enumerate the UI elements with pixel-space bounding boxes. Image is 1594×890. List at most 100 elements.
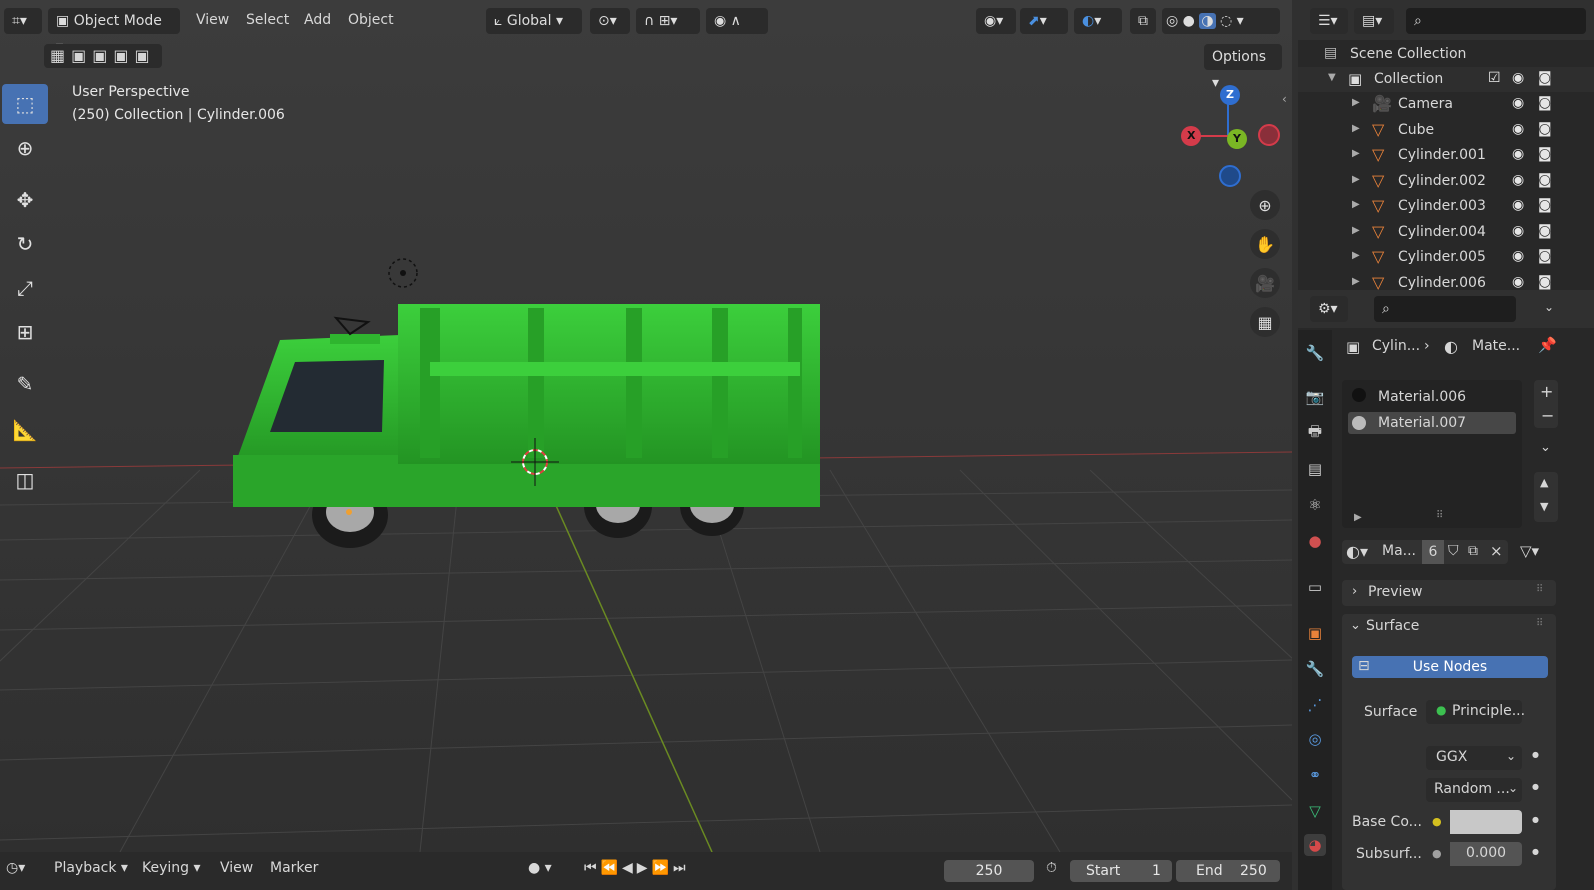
material-tab-icon[interactable]: ◕ [1304,834,1326,856]
menu-add[interactable]: Add [304,12,331,28]
expand-right-icon[interactable]: ▶ [1352,148,1360,159]
material-slot[interactable]: Material.006 [1348,386,1516,408]
rendered-shading-icon[interactable]: ◌ [1220,13,1232,29]
ortho-grid-icon[interactable]: ▦ [1250,307,1280,337]
menu-marker[interactable]: Marker [270,860,318,876]
scale-tool[interactable]: ⤢ [2,268,48,308]
outliner-item[interactable]: ▶ ▽ Cube ◉ ◙ [1298,118,1594,143]
timeline-menu-view[interactable]: View [220,860,253,876]
zoom-icon[interactable]: ⊕ [1250,190,1280,220]
material-shading-icon[interactable]: ◑ [1199,13,1216,29]
properties-search-input[interactable]: ⌕ [1374,296,1516,322]
close-icon[interactable]: × [1490,542,1503,560]
distribution-dropdown[interactable]: GGX ⌄ [1426,746,1522,770]
base-color-swatch[interactable] [1450,810,1522,834]
preview-panel-header[interactable]: › Preview ⠿ [1342,580,1556,606]
solid-shading-icon[interactable]: ● [1183,13,1195,29]
record-icon[interactable]: ● ▾ [528,860,552,876]
material-datablock[interactable]: ◐▾ Ma... 6 ⛉ ⧉ × [1342,540,1508,564]
keyframe-dot-icon[interactable]: ● [1532,815,1539,824]
use-nodes-button[interactable]: ⊟ Use Nodes [1352,656,1548,678]
current-frame-field[interactable]: 250 [944,860,1034,882]
camera-view-icon[interactable]: 🎥 [1250,268,1280,298]
material-browse-icon[interactable]: ◐▾ [1346,542,1368,561]
camera-render-icon[interactable]: ◙ [1538,223,1552,239]
gizmo-x-label[interactable]: X [1187,129,1195,142]
camera-render-icon[interactable]: ◙ [1538,121,1552,137]
pivot-point-icon[interactable]: ⊙▾ [590,8,630,34]
editor-type-icon[interactable]: ⌗▾ [4,8,42,34]
options-dropdown[interactable]: Options ▾ [1204,44,1282,91]
outliner-item[interactable]: ▶ ▽ Cylinder.002 ◉ ◙ [1298,169,1594,194]
wireframe-shading-icon[interactable]: ◎ [1166,13,1178,29]
expand-down-icon[interactable]: ▼ [1328,72,1336,83]
start-frame-field[interactable]: Start 1 [1070,860,1172,882]
base-color-socket-icon[interactable]: ● [1432,815,1442,828]
gizmo-toggle-icon[interactable]: ⬈▾ [1020,8,1068,34]
expand-right-icon[interactable]: ▶ [1352,123,1360,134]
camera-render-icon[interactable]: ◙ [1538,95,1552,111]
collection-tab-icon[interactable]: ▭ [1304,576,1326,598]
keyframe-dot-icon[interactable]: ● [1532,750,1539,759]
camera-render-icon[interactable]: ◙ [1538,248,1552,264]
constraints-tab-icon[interactable]: ⚭ [1304,764,1326,786]
data-tab-icon[interactable]: ▽ [1304,800,1326,822]
minus-icon[interactable]: − [1541,406,1554,425]
menu-view[interactable]: View [196,12,229,28]
keyframe-dot-icon[interactable]: ● [1532,782,1539,791]
output-tab-icon[interactable]: 🖶 [1304,422,1326,444]
menu-select[interactable]: Select [246,12,289,28]
eye-icon[interactable]: ◉ [1512,95,1524,111]
subsurface-socket-icon[interactable]: ● [1432,847,1442,860]
outliner-item[interactable]: ▶ ▽ Cylinder.005 ◉ ◙ [1298,245,1594,270]
render-tab-icon[interactable]: 📷 [1304,386,1326,408]
camera-render-icon[interactable]: ◙ [1538,70,1552,86]
eye-icon[interactable]: ◉ [1512,172,1524,188]
scene-tab-icon[interactable]: ⚛ [1304,494,1326,516]
chevron-down-icon[interactable]: ⌄ [1544,300,1554,314]
outliner-item[interactable]: ▶ ▽ Cylinder.004 ◉ ◙ [1298,220,1594,245]
camera-render-icon[interactable]: ◙ [1538,274,1552,290]
menu-keying[interactable]: Keying ▾ [142,860,201,876]
pin-icon[interactable]: 📌 [1538,336,1557,354]
properties-editor-type-icon[interactable]: ⚙▾ [1310,296,1348,322]
expand-right-icon[interactable]: ▶ [1352,225,1360,236]
surface-panel-label[interactable]: Surface [1366,618,1419,634]
stopwatch-icon[interactable]: ⏱ [1046,860,1057,876]
menu-playback[interactable]: Playback ▾ [54,860,128,876]
camera-render-icon[interactable]: ◙ [1538,197,1552,213]
end-frame-field[interactable]: End 250 [1176,860,1280,882]
drag-handle-icon[interactable]: ⠿ [1536,618,1543,629]
eye-icon[interactable]: ◉ [1512,70,1524,86]
gizmo-z-label[interactable]: Z [1226,88,1234,101]
camera-render-icon[interactable]: ◙ [1538,146,1552,162]
resize-handle-icon[interactable]: ⠿ [1436,510,1443,521]
move-down-icon[interactable]: ▼ [1540,500,1548,513]
eye-icon[interactable]: ◉ [1512,197,1524,213]
snap-icon[interactable]: ∩ ⊞▾ [636,8,700,34]
physics-tab-icon[interactable]: ◎ [1304,728,1326,750]
outliner-editor-type-icon[interactable]: ☰▾ [1310,8,1348,34]
surface-shader-dropdown[interactable]: ● Principle... [1426,700,1525,724]
move-up-icon[interactable]: ▲ [1540,476,1548,489]
outliner-item[interactable]: ▶ 🎥 Camera ◉ ◙ [1298,92,1594,117]
plus-icon[interactable]: + [1540,382,1553,401]
expand-right-icon[interactable]: ▶ [1352,97,1360,108]
add-cube-tool[interactable]: ◫ [2,460,48,500]
outliner-search-input[interactable]: ⌕ [1406,8,1586,34]
xray-icon[interactable]: ⧉ [1130,8,1156,34]
outliner-item[interactable]: ▶ ▽ Cylinder.003 ◉ ◙ [1298,194,1594,219]
selection-mode-icons[interactable]: ▦▣▣▣▣ [44,44,162,68]
display-mode-icon[interactable]: ▤▾ [1354,8,1394,34]
view-layer-tab-icon[interactable]: ▤ [1304,458,1326,480]
expand-right-icon[interactable]: ▶ [1354,512,1362,523]
modifier-tab-icon[interactable]: 🔧 [1304,658,1326,680]
3d-viewport[interactable]: Z Y X ⌗▾ ▣ Object Mode ▾ View Select Add… [0,0,1292,852]
cursor-tool[interactable]: ⊕ [2,128,48,168]
mode-dropdown[interactable]: ▣ Object Mode ▾ [48,8,180,55]
annotate-tool[interactable]: ✎ [2,364,48,404]
fake-user-icon[interactable]: ⛉ [1448,543,1459,559]
gizmo-y-label[interactable]: Y [1233,132,1241,145]
object-tab-icon[interactable]: ▣ [1304,622,1326,644]
measure-tool[interactable]: 📐 [2,410,48,450]
